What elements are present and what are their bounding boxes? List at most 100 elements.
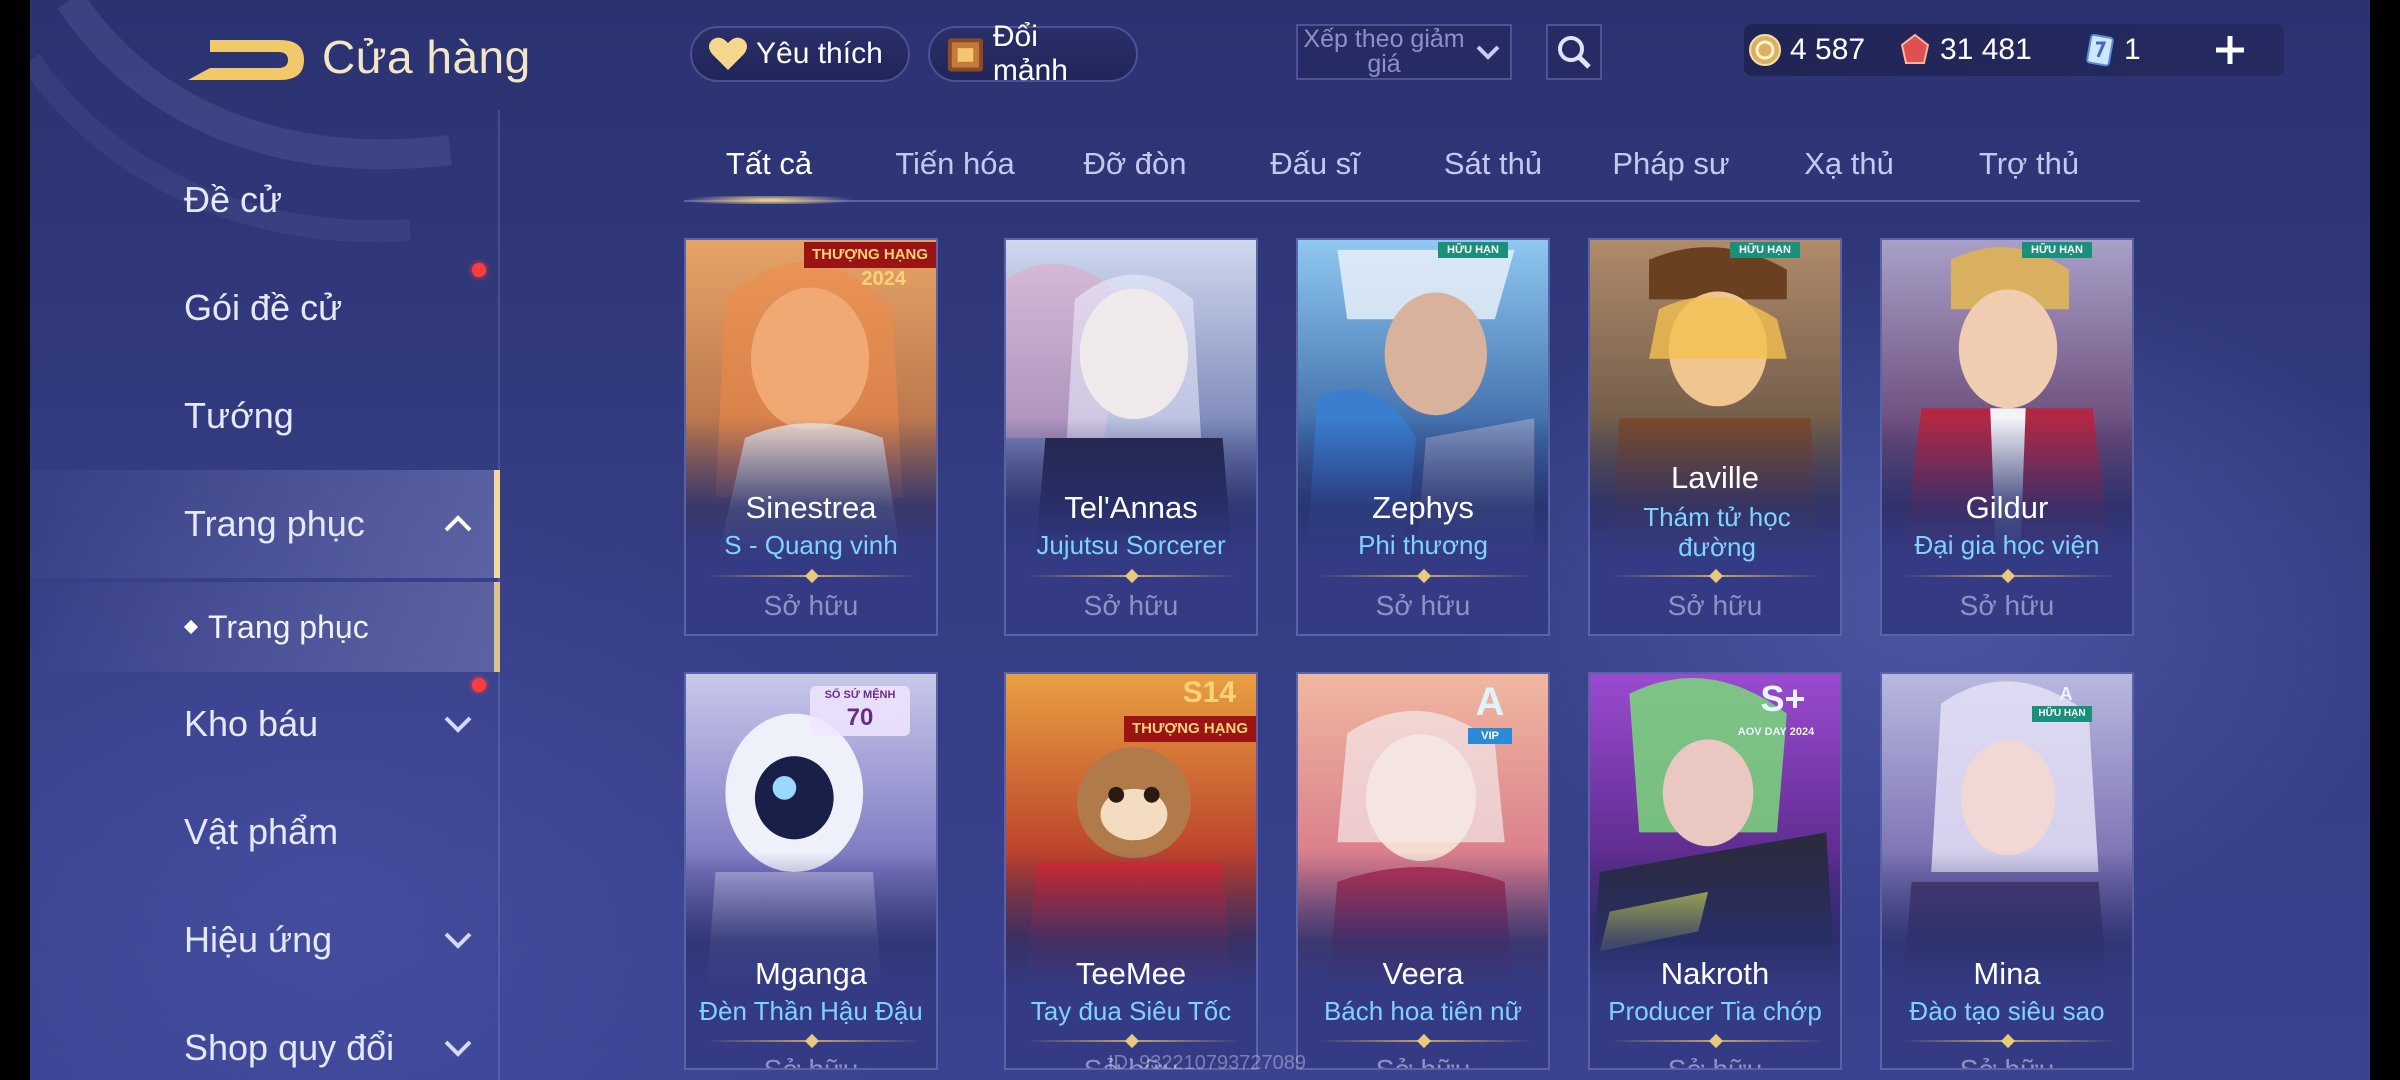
favorite-button[interactable]: Yêu thích: [690, 26, 910, 82]
tab-mage[interactable]: Pháp sư: [1586, 146, 1756, 196]
hero-name: Tel'Annas: [1064, 490, 1198, 525]
tab-marksman[interactable]: Xạ thủ: [1764, 146, 1934, 196]
limited-badge: HỮU HẠN: [1438, 242, 1508, 258]
tab-all[interactable]: Tất cả: [684, 146, 854, 196]
skin-name: Đào tạo siêu sao: [1909, 996, 2105, 1026]
tab-support[interactable]: Trợ thủ: [1944, 146, 2114, 196]
season-badge: S14: [1182, 676, 1236, 709]
page-title: Cửa hàng: [322, 31, 531, 83]
gem-amount: 31 481: [1940, 33, 2032, 66]
sidebar-subitem-skins[interactable]: Trang phục: [30, 582, 500, 672]
owned-status: Sở hữu: [1959, 590, 2055, 621]
search-icon: [1558, 36, 1591, 69]
fragment-chest-icon: [947, 38, 983, 72]
active-tab-indicator: [684, 196, 854, 204]
bullet-icon: [183, 619, 199, 635]
hero-name: Zephys: [1372, 490, 1474, 525]
account-id-watermark: ID: 932210793727089: [1108, 1052, 1306, 1074]
sidebar-item-label: Kho báu: [184, 703, 319, 744]
sidebar-item-effects[interactable]: Hiệu ứng: [30, 886, 500, 994]
rank-a-badge: A: [1475, 680, 1505, 724]
tabs-divider: [684, 200, 2140, 202]
back-button[interactable]: [180, 30, 310, 90]
tab-assassin[interactable]: Sát thủ: [1408, 146, 1578, 196]
gem-currency: 31 481: [1898, 24, 2032, 76]
tab-tank[interactable]: Đỡ đòn: [1050, 146, 1220, 196]
sidebar-item-label: Vật phẩm: [184, 811, 339, 852]
premium-badge: THƯỢNG HẠNG: [804, 242, 936, 268]
gold-coin-icon: [1749, 34, 1781, 66]
skin-card[interactable]: A HỮU HẠN Mina Đào tạo siêu sao Sở hữu: [1880, 672, 2134, 1070]
hero-name: Laville: [1671, 460, 1759, 495]
chevron-down-icon: [1476, 45, 1500, 60]
sidebar-item-items[interactable]: Vật phẩm: [30, 778, 500, 886]
skin-card[interactable]: S+ AOV DAY 2024 Nakroth Producer Tia chớ…: [1588, 672, 1842, 1070]
year-badge: 2024: [861, 268, 907, 290]
limited-badge: HỮU HẠN: [1730, 242, 1800, 258]
sidebar-subitem-label: Trang phục: [208, 608, 369, 645]
skin-card[interactable]: A VIP Veera Bách hoa tiên nữ Sở hữu: [1296, 672, 1550, 1070]
notification-dot: [472, 263, 486, 277]
sidebar-item-label: Trang phục: [184, 503, 365, 544]
notification-dot: [472, 678, 486, 692]
tab-warrior[interactable]: Đấu sĩ: [1230, 146, 1400, 196]
skin-name: Bách hoa tiên nữ: [1323, 996, 1523, 1026]
owned-status: Sở hữu: [1083, 590, 1179, 621]
screen: Cửa hàng Yêu thích Đổi mảnh Xếp theo giả…: [0, 0, 2400, 1080]
exchange-label: Đổi mảnh: [992, 20, 1068, 87]
sidebar-item-bundles[interactable]: Gói đề cử: [30, 254, 500, 362]
back-arrow-icon: [188, 40, 304, 80]
sidebar-item-label: Tướng: [184, 395, 294, 436]
favorite-label: Yêu thích: [756, 37, 883, 70]
premium-badge: THƯỢNG HẠNG: [1124, 716, 1256, 742]
owned-status: Sở hữu: [1375, 1054, 1471, 1070]
owned-status: Sở hữu: [763, 590, 859, 621]
sidebar-item-skins[interactable]: Trang phục: [30, 470, 500, 578]
red-gem-icon: [1900, 33, 1930, 64]
voucher-card-icon: [2086, 33, 2114, 67]
chevron-down-icon: [444, 932, 472, 949]
sort-dropdown[interactable]: Xếp theo giảm giá: [1296, 24, 1512, 80]
plus-icon[interactable]: [2210, 30, 2250, 70]
gold-amount: 4 587: [1790, 33, 1866, 66]
skin-name: Đèn Thần Hậu Đậu: [699, 996, 923, 1026]
mission-level: 70: [846, 704, 874, 731]
hero-name: Gildur: [1965, 490, 2049, 525]
gold-currency: 4 587: [1748, 24, 1865, 76]
sidebar-item-label: Đề cử: [184, 179, 283, 220]
skin-name: Producer Tia chớp: [1608, 996, 1822, 1026]
vip-badge: VIP: [1468, 728, 1512, 744]
sidebar-item-treasure[interactable]: Kho báu: [30, 670, 500, 778]
tab-evolution[interactable]: Tiến hóa: [870, 146, 1040, 196]
skin-name: Tay đua Siêu Tốc: [1030, 996, 1232, 1026]
skin-name: Đại gia học viện: [1914, 530, 2100, 560]
rank-a-badge: A: [2059, 684, 2073, 704]
sidebar-item-heroes[interactable]: Tướng: [30, 362, 500, 470]
sort-label: Xếp theo giảm giá: [1303, 25, 1465, 78]
hero-name: Sinestrea: [745, 490, 877, 525]
owned-status: Sở hữu: [763, 1054, 859, 1070]
skin-name: Jujutsu Sorcerer: [1036, 530, 1226, 560]
skin-card[interactable]: HỮU HẠN Gildur Đại gia học viện Sở hữu: [1880, 238, 2134, 636]
sidebar-item-recommended[interactable]: Đề cử: [30, 146, 500, 254]
hero-name: Mganga: [754, 956, 868, 991]
skin-card[interactable]: THƯỢNG HẠNG S14 TeeMee Tay đua Siêu Tốc …: [1004, 672, 1258, 1070]
skin-card[interactable]: SỔ SỨ MỆNH 70 Mganga Đèn Thần Hậu Đậu Sở…: [684, 672, 938, 1070]
rank-s-plus-badge: S+: [1760, 678, 1806, 719]
card-currency: 1: [2082, 24, 2141, 76]
skin-name: Thám tử học đường: [1643, 502, 1791, 562]
owned-status: Sở hữu: [1375, 590, 1471, 621]
card-amount: 1: [2124, 33, 2141, 66]
skin-card[interactable]: THƯỢNG HẠNG 2024 Sinestrea S - Quang vin…: [684, 238, 938, 636]
exchange-fragments-button[interactable]: Đổi mảnh: [928, 20, 1138, 87]
heart-icon: [709, 37, 747, 70]
skin-card[interactable]: HỮU HẠN Zephys Phi thương Sở hữu: [1296, 238, 1550, 636]
chevron-down-icon: [444, 1040, 472, 1057]
sidebar-item-exchange-shop[interactable]: Shop quy đổi: [30, 994, 500, 1080]
skin-card[interactable]: HỮU HẠN Laville Thám tử học đường Sở hữu: [1588, 238, 1842, 636]
skin-name: Phi thương: [1358, 530, 1488, 560]
hero-name: Veera: [1382, 956, 1464, 991]
event-badge: AOV DAY 2024: [1737, 726, 1815, 738]
skin-card[interactable]: Tel'Annas Jujutsu Sorcerer Sở hữu: [1004, 238, 1258, 636]
search-button[interactable]: [1546, 24, 1602, 80]
